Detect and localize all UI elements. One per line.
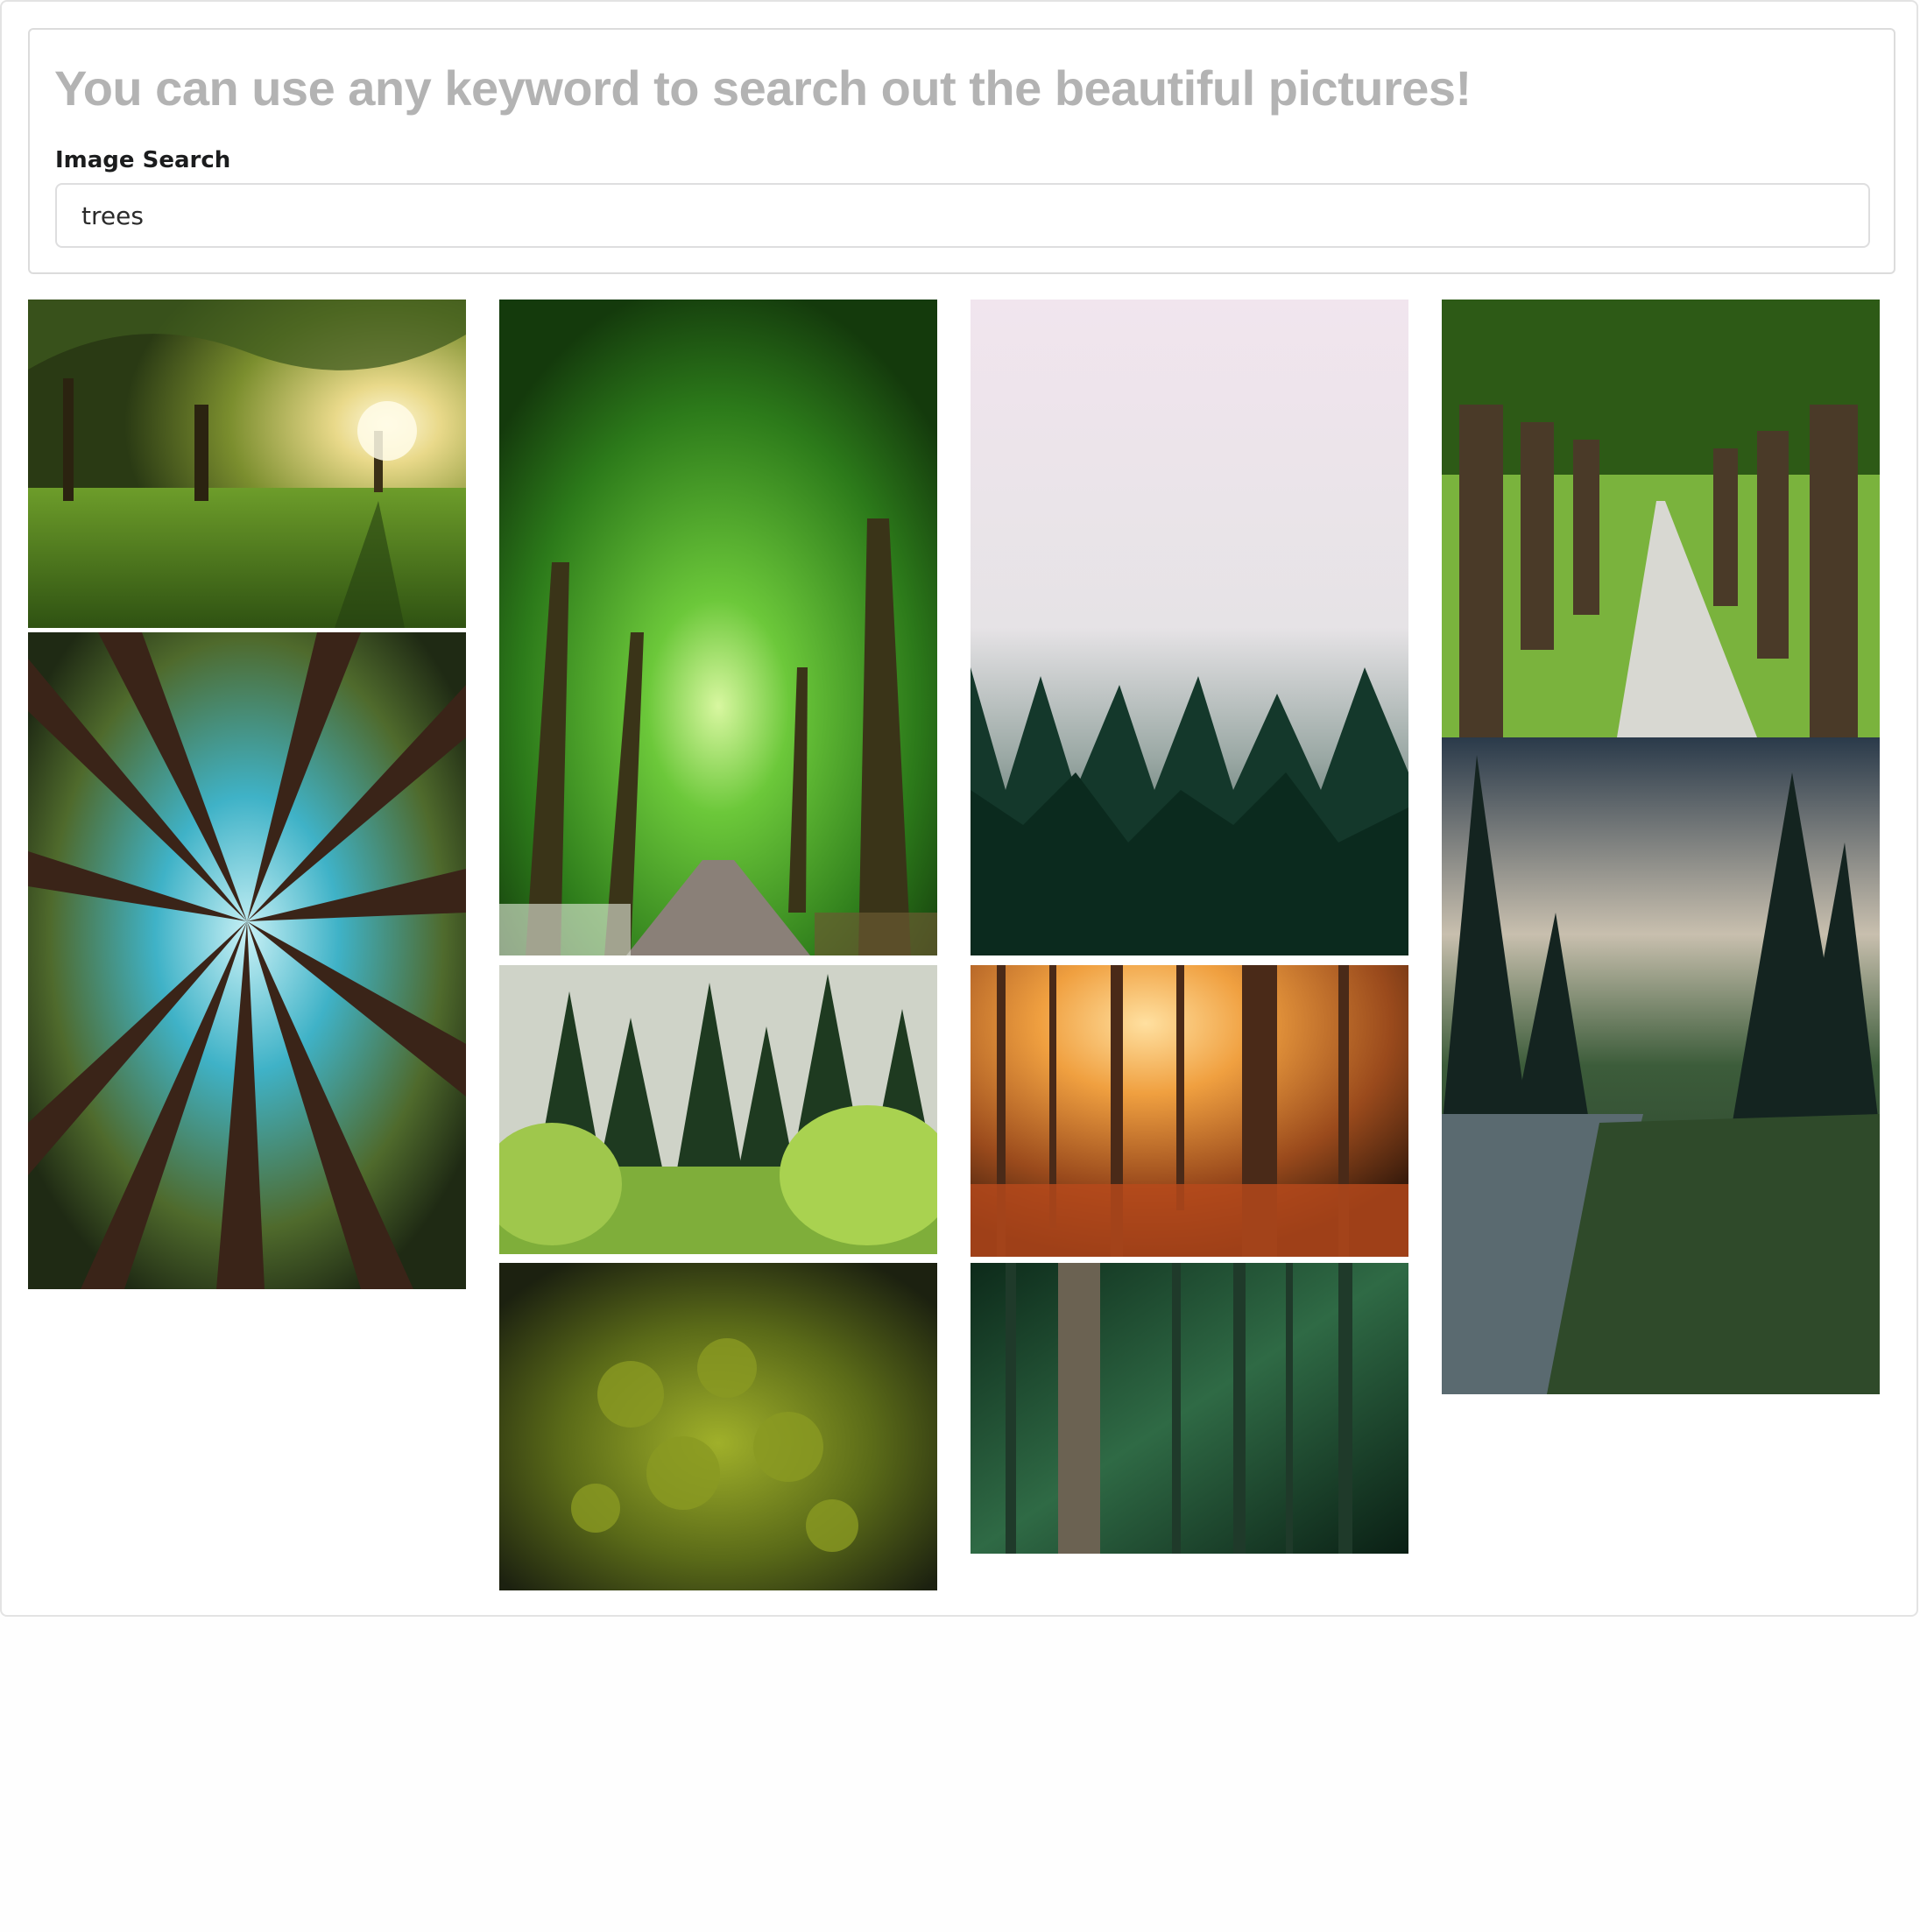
image-result-redwood-canopy[interactable] [28,632,466,1289]
page-title: You can use any keyword to search out th… [54,60,1472,116]
search-input[interactable] [55,183,1870,248]
image-pine-meadow [499,965,937,1254]
image-tree-lined-path [1442,300,1880,737]
image-aerial-conifers [499,1263,937,1590]
image-result-tree-tunnel[interactable] [499,300,937,955]
image-autumn-forest [971,965,1408,1257]
image-result-autumn-forest[interactable] [971,965,1408,1257]
image-sunlit-park [28,300,466,628]
image-result-sunlit-park[interactable] [28,300,466,628]
image-result-pine-meadow[interactable] [499,965,937,1254]
image-result-tree-lined-path[interactable] [1442,300,1880,737]
image-result-misty-forest[interactable] [971,300,1408,955]
search-panel: You can use any keyword to search out th… [28,28,1895,274]
image-result-aerial-conifers[interactable] [499,1263,937,1590]
image-tree-tunnel [499,300,937,955]
image-dark-forest [971,1263,1408,1554]
image-misty-forest [971,300,1408,955]
image-search-label: Image Search [55,147,231,173]
image-result-dark-forest[interactable] [971,1263,1408,1554]
image-river-valley [1442,737,1880,1394]
image-result-river-valley[interactable] [1442,737,1880,1394]
page-container: You can use any keyword to search out th… [0,0,1918,1617]
image-redwood-canopy [28,632,466,1289]
